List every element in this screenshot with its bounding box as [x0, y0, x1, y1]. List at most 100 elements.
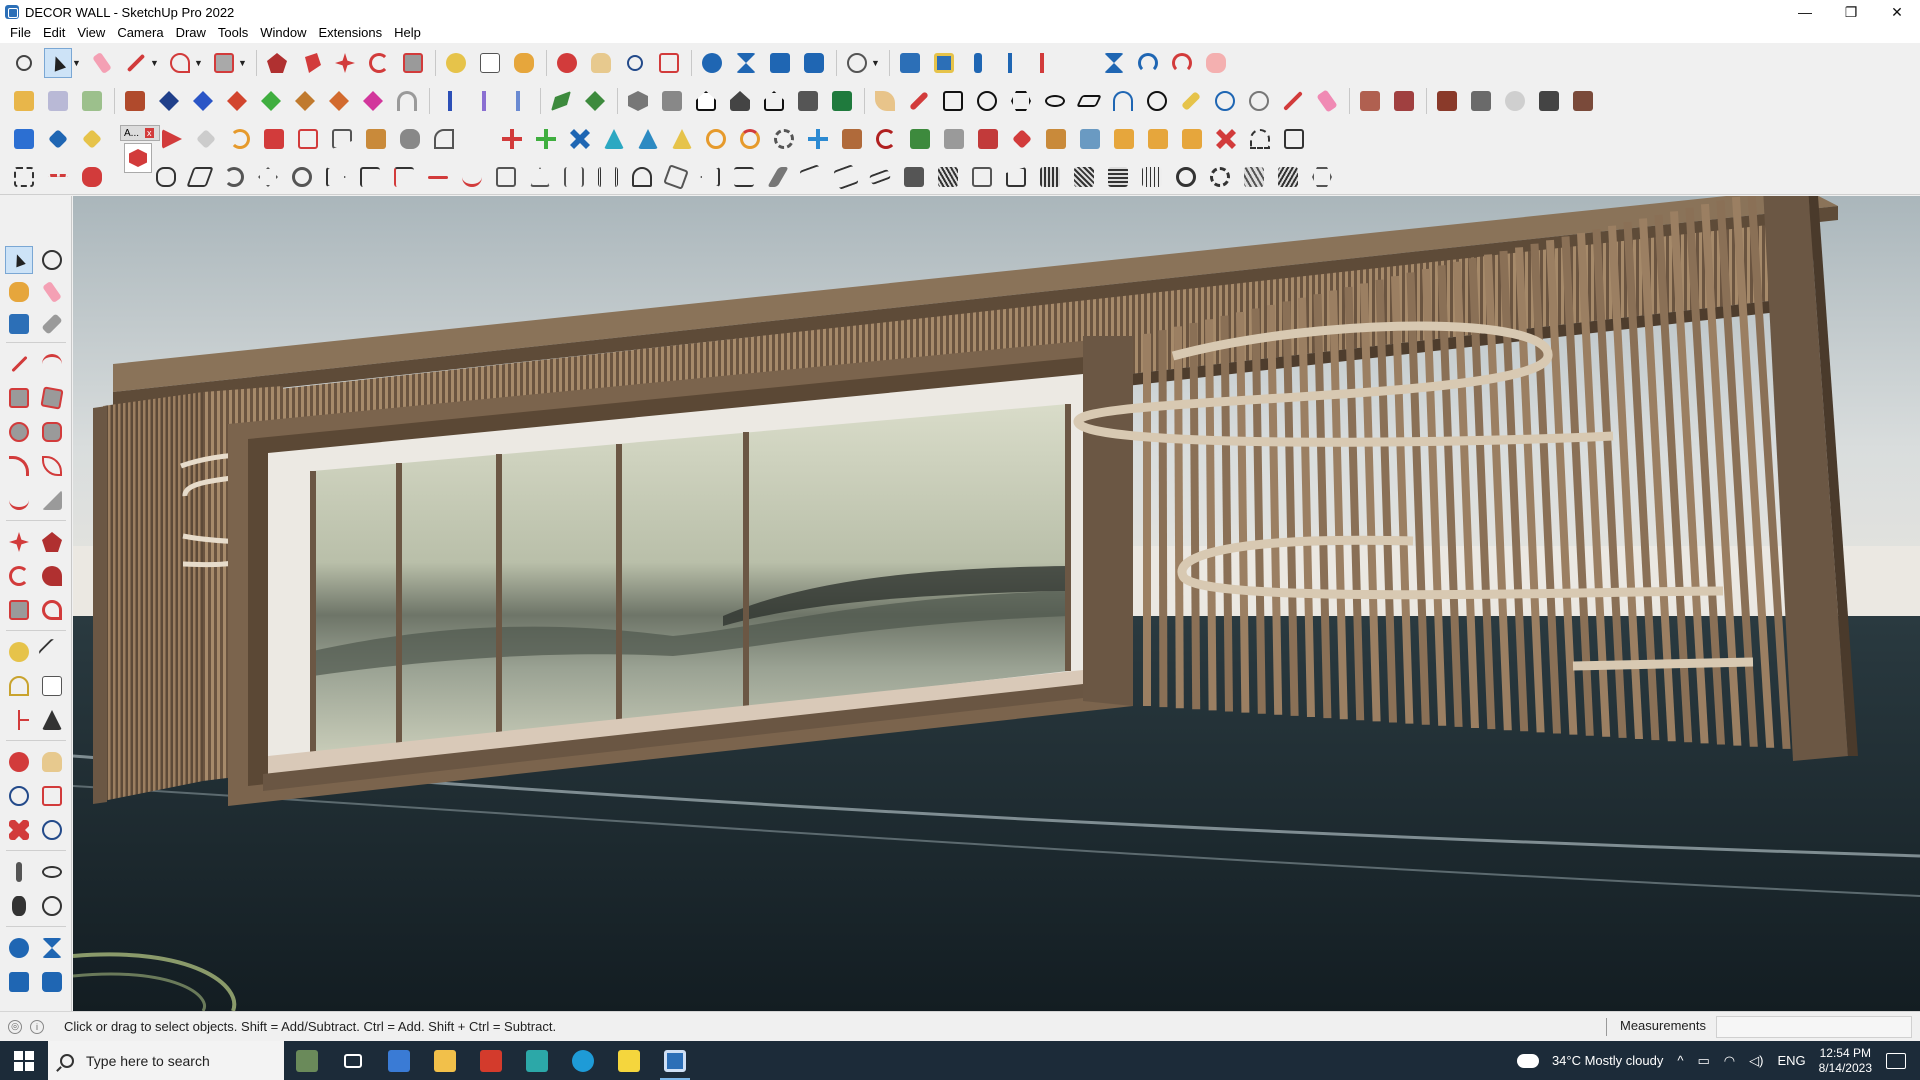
tool-c34-icon[interactable]: [1280, 124, 1308, 154]
menu-file[interactable]: File: [4, 25, 37, 40]
tool-c10-icon[interactable]: [464, 124, 492, 154]
rotate-tool-icon[interactable]: [5, 562, 33, 590]
info-icon[interactable]: i: [30, 1019, 44, 1034]
arc2-tool-icon[interactable]: [38, 452, 66, 480]
tool-d5-icon[interactable]: [186, 162, 214, 192]
menu-edit[interactable]: Edit: [37, 25, 71, 40]
tool-c9-icon[interactable]: [430, 124, 458, 154]
tool-c3-icon[interactable]: [226, 124, 254, 154]
view-back-icon[interactable]: [760, 86, 788, 116]
scale-tool-icon[interactable]: [5, 596, 33, 624]
shape-leaf-icon[interactable]: [871, 86, 899, 116]
paint-icon[interactable]: [5, 278, 33, 306]
render-a-icon[interactable]: [1433, 86, 1461, 116]
menu-window[interactable]: Window: [254, 25, 312, 40]
tool-d6-icon[interactable]: [220, 162, 248, 192]
tool-d24-icon[interactable]: [832, 162, 860, 192]
plugin-c-icon[interactable]: [964, 48, 992, 78]
weather-text[interactable]: 34°C Mostly cloudy: [1552, 1053, 1663, 1068]
file-explorer-icon[interactable]: [422, 1041, 468, 1080]
offset-tool-icon[interactable]: [38, 596, 66, 624]
tool-c5-icon[interactable]: [294, 124, 322, 154]
tool-c20-icon[interactable]: [804, 124, 832, 154]
pan-icon[interactable]: [587, 48, 615, 78]
sticky-notes-icon[interactable]: [606, 1041, 652, 1080]
extension-manager-icon[interactable]: [800, 48, 828, 78]
rotated-rect-icon[interactable]: [38, 384, 66, 412]
tool-d36-icon[interactable]: [1240, 162, 1268, 192]
select-tool-icon[interactable]: [5, 246, 33, 274]
shape-circle-icon[interactable]: [973, 86, 1001, 116]
tool-d16-icon[interactable]: [560, 162, 588, 192]
axis-r-icon[interactable]: [223, 86, 251, 116]
tool-d38-icon[interactable]: [1308, 162, 1336, 192]
tool-d2-icon[interactable]: [44, 162, 72, 192]
tool-d26-icon[interactable]: [900, 162, 928, 192]
3dsmax-icon[interactable]: [514, 1041, 560, 1080]
tool-d12-icon[interactable]: [424, 162, 452, 192]
look-around-icon[interactable]: [38, 858, 66, 886]
previous-view-icon[interactable]: [38, 816, 66, 844]
sandbox-a-icon[interactable]: [547, 86, 575, 116]
tag-yellow-icon[interactable]: [78, 124, 106, 154]
plugin-b-icon[interactable]: [930, 48, 958, 78]
menu-draw[interactable]: Draw: [170, 25, 212, 40]
axis-n-icon[interactable]: [291, 86, 319, 116]
follow-me-tool-icon[interactable]: [38, 562, 66, 590]
tool-c16-icon[interactable]: [668, 124, 696, 154]
account-icon[interactable]: [843, 48, 871, 78]
zoom-tool2-icon[interactable]: [5, 782, 33, 810]
view-iso-icon[interactable]: [624, 86, 652, 116]
menu-tools[interactable]: Tools: [212, 25, 254, 40]
section-c-icon[interactable]: [504, 86, 532, 116]
3d-text-tool-icon[interactable]: [38, 706, 66, 734]
tag-tool-icon[interactable]: [38, 310, 66, 338]
tool-d14-icon[interactable]: [492, 162, 520, 192]
tool-d20-icon[interactable]: [696, 162, 724, 192]
tag-blue2-icon[interactable]: [44, 124, 72, 154]
shape-arc-icon[interactable]: [1109, 86, 1137, 116]
tool-d1-icon[interactable]: [10, 162, 38, 192]
zoom-extents2-icon[interactable]: [5, 816, 33, 844]
weld-icon[interactable]: [1279, 86, 1307, 116]
arc3-tool-icon[interactable]: [5, 486, 33, 514]
tool-d8-icon[interactable]: [288, 162, 316, 192]
calculator-icon[interactable]: [376, 1041, 422, 1080]
erase-pink-icon[interactable]: [1313, 86, 1341, 116]
plugin-h-icon[interactable]: [1202, 48, 1230, 78]
rectangle-tool-icon[interactable]: [5, 384, 33, 412]
push-pull-tool-icon[interactable]: [38, 528, 66, 556]
zoom-icon[interactable]: [10, 48, 38, 78]
section-plane-icon[interactable]: [38, 892, 66, 920]
arc-tool-icon[interactable]: [5, 452, 33, 480]
shape-spiral-icon[interactable]: [1143, 86, 1171, 116]
shape-ellipse-icon[interactable]: [1041, 86, 1069, 116]
view-front-icon[interactable]: [692, 86, 720, 116]
layers-tool-icon[interactable]: [5, 968, 33, 996]
explode-icon[interactable]: [121, 86, 149, 116]
orbit-tool-icon[interactable]: [5, 748, 33, 776]
chevron-down-icon[interactable]: ▼: [150, 58, 160, 68]
line-tool-icon[interactable]: [5, 350, 33, 378]
material-a-icon[interactable]: [1356, 86, 1384, 116]
tool-c25-icon[interactable]: [974, 124, 1002, 154]
rectangle-icon[interactable]: [210, 48, 238, 78]
tool-d7-icon[interactable]: [254, 162, 282, 192]
network-icon[interactable]: ▭: [1697, 1053, 1709, 1069]
clock[interactable]: 12:54 PM 8/14/2023: [1819, 1046, 1872, 1076]
tool-d10-icon[interactable]: [356, 162, 384, 192]
floating-toolbar-tab[interactable]: A... x: [112, 121, 160, 173]
language-indicator[interactable]: ENG: [1777, 1053, 1805, 1068]
plugin-e-icon[interactable]: [1032, 48, 1060, 78]
shape-curve-icon[interactable]: [1211, 86, 1239, 116]
tool-d19-icon[interactable]: [662, 162, 690, 192]
tool-c32-icon[interactable]: [1212, 124, 1240, 154]
tool-d35-icon[interactable]: [1206, 162, 1234, 192]
section-b-icon[interactable]: [470, 86, 498, 116]
tool-d29-icon[interactable]: [1002, 162, 1030, 192]
axis-v-icon[interactable]: [257, 86, 285, 116]
tool-c14-icon[interactable]: [600, 124, 628, 154]
view-top-icon[interactable]: [658, 86, 686, 116]
warehouse-tool-icon[interactable]: [5, 934, 33, 962]
tool-c21-icon[interactable]: [838, 124, 866, 154]
